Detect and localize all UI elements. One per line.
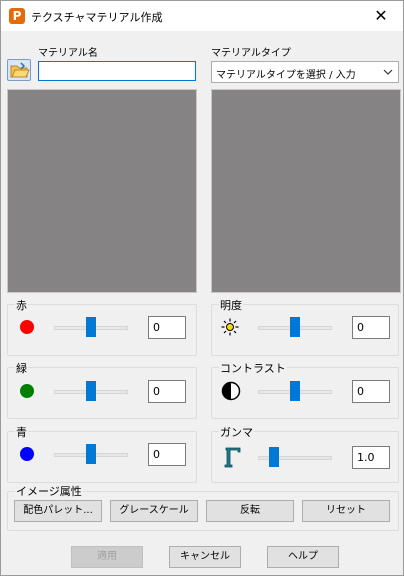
open-folder-icon [10, 62, 30, 78]
brightness-icon [221, 318, 239, 336]
green-value-input[interactable]: 0 [148, 380, 186, 403]
material-type-label: マテリアルタイプ [211, 48, 291, 59]
app-icon: P [9, 8, 25, 24]
texture-preview-left [7, 89, 197, 293]
contrast-label: コントラスト [219, 360, 287, 376]
grayscale-button[interactable]: グレースケール [110, 500, 198, 522]
red-slider-thumb[interactable] [86, 317, 96, 337]
brightness-slider-thumb[interactable] [290, 317, 300, 337]
blue-slider-thumb[interactable] [86, 444, 96, 464]
blue-value-input[interactable]: 0 [148, 443, 186, 466]
invert-button[interactable]: 反転 [206, 500, 294, 522]
close-button[interactable]: ✕ [359, 1, 403, 31]
blue-swatch-icon [20, 447, 34, 461]
contrast-icon [221, 381, 241, 401]
gamma-slider-thumb[interactable] [269, 447, 279, 467]
material-name-input[interactable] [38, 61, 196, 81]
gamma-value-input[interactable]: 1.0 [352, 446, 390, 469]
red-value-input[interactable]: 0 [148, 316, 186, 339]
material-type-combobox[interactable]: マテリアルタイプを選択 / 入力 [211, 61, 399, 83]
open-folder-button[interactable] [7, 59, 31, 81]
texture-preview-right [211, 89, 401, 293]
chevron-down-icon [383, 69, 393, 75]
green-label: 緑 [15, 360, 28, 376]
title-bar: P テクスチャマテリアル作成 ✕ [1, 1, 403, 31]
gamma-label: ガンマ [219, 424, 254, 440]
image-attributes-label: イメージ属性 [15, 483, 83, 499]
red-swatch-icon [20, 320, 34, 334]
contrast-value-input[interactable]: 0 [352, 380, 390, 403]
material-type-value: マテリアルタイプを選択 / 入力 [216, 70, 356, 81]
reset-button[interactable]: リセット [302, 500, 390, 522]
cancel-button[interactable]: キャンセル [169, 546, 241, 568]
contrast-slider-thumb[interactable] [290, 381, 300, 401]
gamma-icon [224, 447, 241, 468]
green-swatch-icon [20, 384, 34, 398]
material-name-label: マテリアル名 [38, 48, 98, 59]
red-label: 赤 [15, 297, 28, 313]
brightness-value-input[interactable]: 0 [352, 316, 390, 339]
color-palette-button[interactable]: 配色パレット... [14, 500, 102, 522]
help-button[interactable]: ヘルプ [267, 546, 339, 568]
apply-button[interactable]: 適用 [71, 546, 143, 568]
green-slider-thumb[interactable] [86, 381, 96, 401]
texture-material-dialog: P テクスチャマテリアル作成 ✕ マテリアル名 マテリアルタイプ マテリアルタイ… [0, 0, 404, 576]
blue-label: 青 [15, 424, 28, 440]
brightness-label: 明度 [219, 297, 243, 313]
window-title: テクスチャマテリアル作成 [31, 11, 163, 24]
